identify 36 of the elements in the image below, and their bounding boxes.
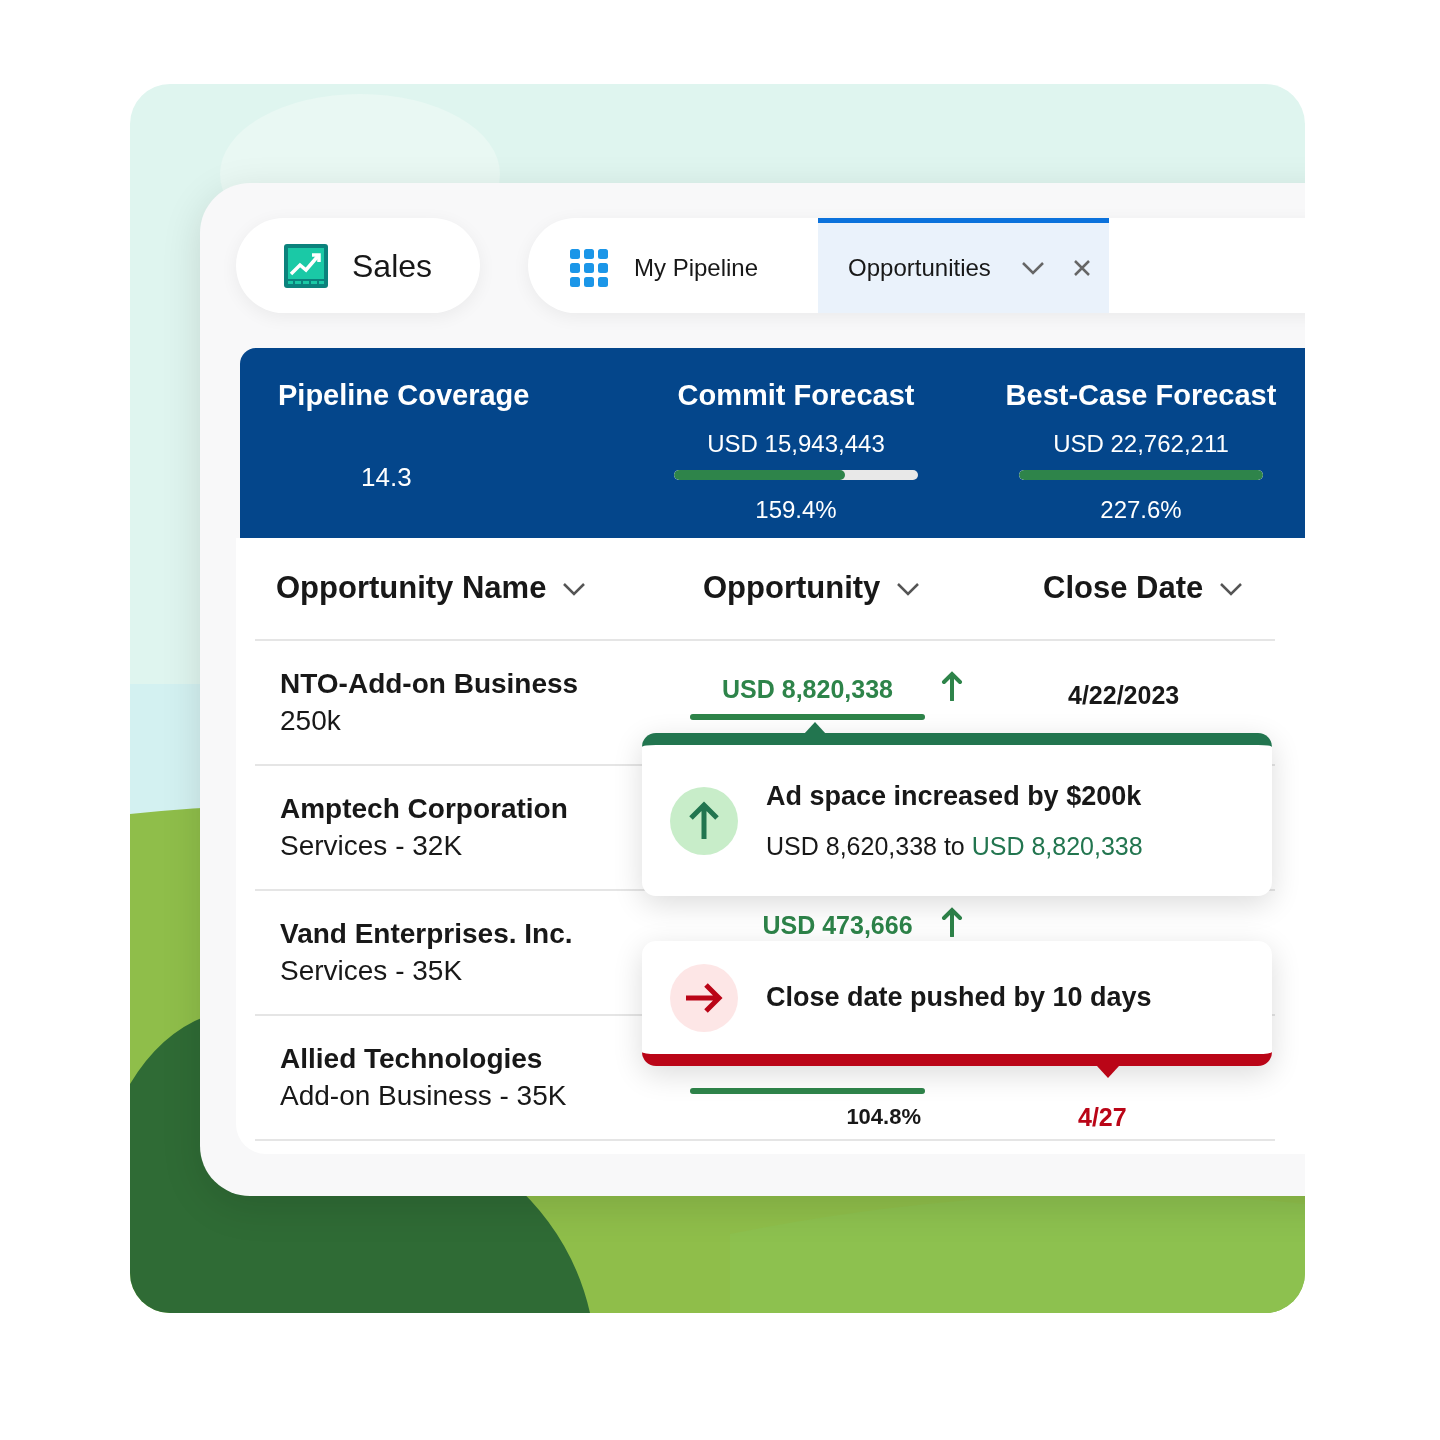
close-date: 4/27 (1077, 1101, 1128, 1133)
app-launcher[interactable]: Sales (236, 218, 480, 313)
opportunity-name[interactable]: Vand Enterprises. Inc. (280, 916, 690, 953)
opportunity-name[interactable]: NTO-Add-on Business (280, 666, 690, 703)
close-date: 4/22/2023 (1067, 679, 1181, 711)
metric-title: Pipeline Coverage (278, 378, 530, 413)
column-header[interactable]: Close Date (1016, 565, 1275, 612)
metric-amount: USD 22,762,211 (1053, 428, 1229, 459)
metric-title: Best-Case Forecast (1005, 378, 1277, 413)
app-grid-icon (570, 249, 608, 287)
alert-title: Close date pushed by 10 days (766, 981, 1152, 1015)
chevron-icon (1020, 261, 1045, 275)
tab[interactable]: Opportunities (818, 218, 1109, 313)
opportunity-detail: Add-on Business - 35K (280, 1078, 568, 1113)
opportunity-detail: Services - 35K (280, 953, 464, 988)
metric-title: Commit Forecast (677, 378, 915, 413)
alert-title: Ad space increased by $200k (766, 779, 1143, 813)
metric-value: 14.3 (361, 460, 412, 494)
metric-percent: 159.4% (755, 494, 837, 525)
tab[interactable]: My Pipeline (528, 218, 819, 313)
column-header[interactable]: Opportunity Name (276, 565, 686, 612)
opportunity-detail: Services - 32K (280, 828, 464, 863)
metric-percent: 227.6% (1100, 494, 1182, 525)
chevron-icon (1219, 581, 1244, 596)
metric-amount: USD 15,943,443 (707, 428, 885, 459)
column-header[interactable]: Opportunity (686, 565, 1016, 612)
opportunity-detail: 250k (280, 703, 342, 738)
bar-percent: 104.8% (845, 1103, 922, 1131)
close-icon[interactable] (1072, 259, 1091, 277)
chevron-icon (562, 581, 587, 596)
opportunity-amount: USD 473,666 (761, 910, 914, 941)
opportunity-amount: USD 8,820,338 (721, 673, 894, 705)
chevron-icon (896, 581, 921, 596)
chart-icon (284, 243, 328, 288)
alert-detail: USD 8,620,338 to USD 8,820,338 (766, 831, 1143, 862)
app-name: Sales (352, 246, 433, 286)
